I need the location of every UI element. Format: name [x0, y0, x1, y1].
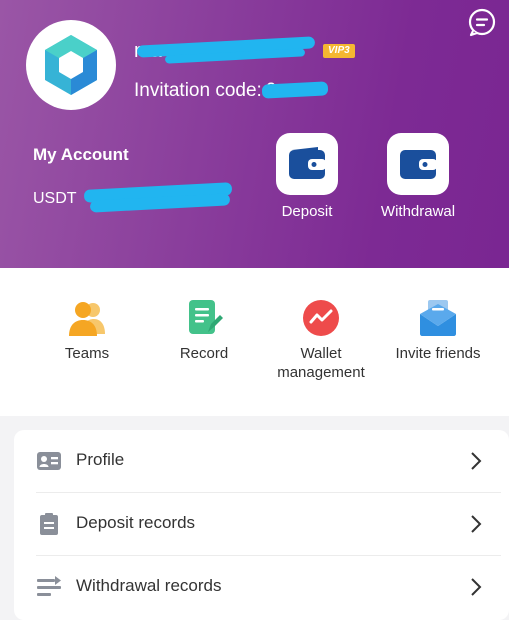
invite-friends-button[interactable]: Invite friends	[378, 298, 498, 363]
invitation-code[interactable]: Invitation code:9	[134, 80, 276, 102]
chevron-right-icon	[471, 578, 482, 596]
wallet-management-label: Wallet management	[277, 345, 365, 381]
records-menu: Profile Deposit records Withdrawal recor…	[14, 430, 509, 620]
account-header: ma VIP3 Invitation code:9 My Account USD…	[0, 0, 509, 268]
invitation-code-label: Invitation code:	[134, 80, 262, 101]
wallet-icon	[400, 150, 437, 179]
record-button[interactable]: Record	[144, 298, 264, 363]
chevron-right-icon	[471, 515, 482, 533]
teams-label: Teams	[64, 345, 110, 362]
menu-item-label: Withdrawal records	[76, 576, 222, 595]
teams-button[interactable]: Teams	[27, 298, 147, 363]
quick-actions: Teams Record Wallet management Invite fr…	[0, 268, 509, 416]
deposit-icon-box	[276, 133, 338, 195]
deposit-button[interactable]: Deposit	[262, 133, 352, 220]
wallet-icon	[289, 147, 326, 179]
record-icon	[189, 300, 223, 334]
deposit-label: Deposit	[281, 203, 333, 220]
team-icon	[69, 302, 105, 336]
avatar[interactable]	[26, 20, 116, 110]
wallet-management-button[interactable]: Wallet management	[261, 298, 381, 382]
menu-item-label: Profile	[76, 450, 125, 469]
withdrawal-button[interactable]: Withdrawal	[373, 133, 463, 220]
vip-badge: VIP3	[323, 44, 355, 58]
invitation-code-redaction	[261, 81, 329, 99]
menu-item-deposit-records[interactable]: Deposit records	[14, 493, 509, 555]
invite-friends-label: Invite friends	[395, 345, 481, 362]
chart-icon	[303, 300, 339, 336]
transfer-icon	[37, 576, 61, 596]
my-account-label: My Account	[33, 145, 129, 164]
id-card-icon	[37, 452, 61, 470]
app-logo-icon	[45, 35, 97, 95]
menu-item-withdrawal-records[interactable]: Withdrawal records	[14, 556, 509, 618]
withdrawal-label: Withdrawal	[380, 203, 456, 220]
currency-label: USDT	[33, 190, 77, 207]
menu-item-label: Deposit records	[76, 513, 196, 532]
balance-display: USDT	[33, 190, 77, 208]
clipboard-icon	[40, 513, 58, 535]
chevron-right-icon	[471, 452, 482, 470]
chat-icon[interactable]	[467, 7, 497, 37]
mail-icon	[420, 300, 456, 336]
record-label: Record	[179, 345, 229, 362]
withdrawal-icon-box	[387, 133, 449, 195]
menu-item-profile[interactable]: Profile	[14, 430, 509, 492]
